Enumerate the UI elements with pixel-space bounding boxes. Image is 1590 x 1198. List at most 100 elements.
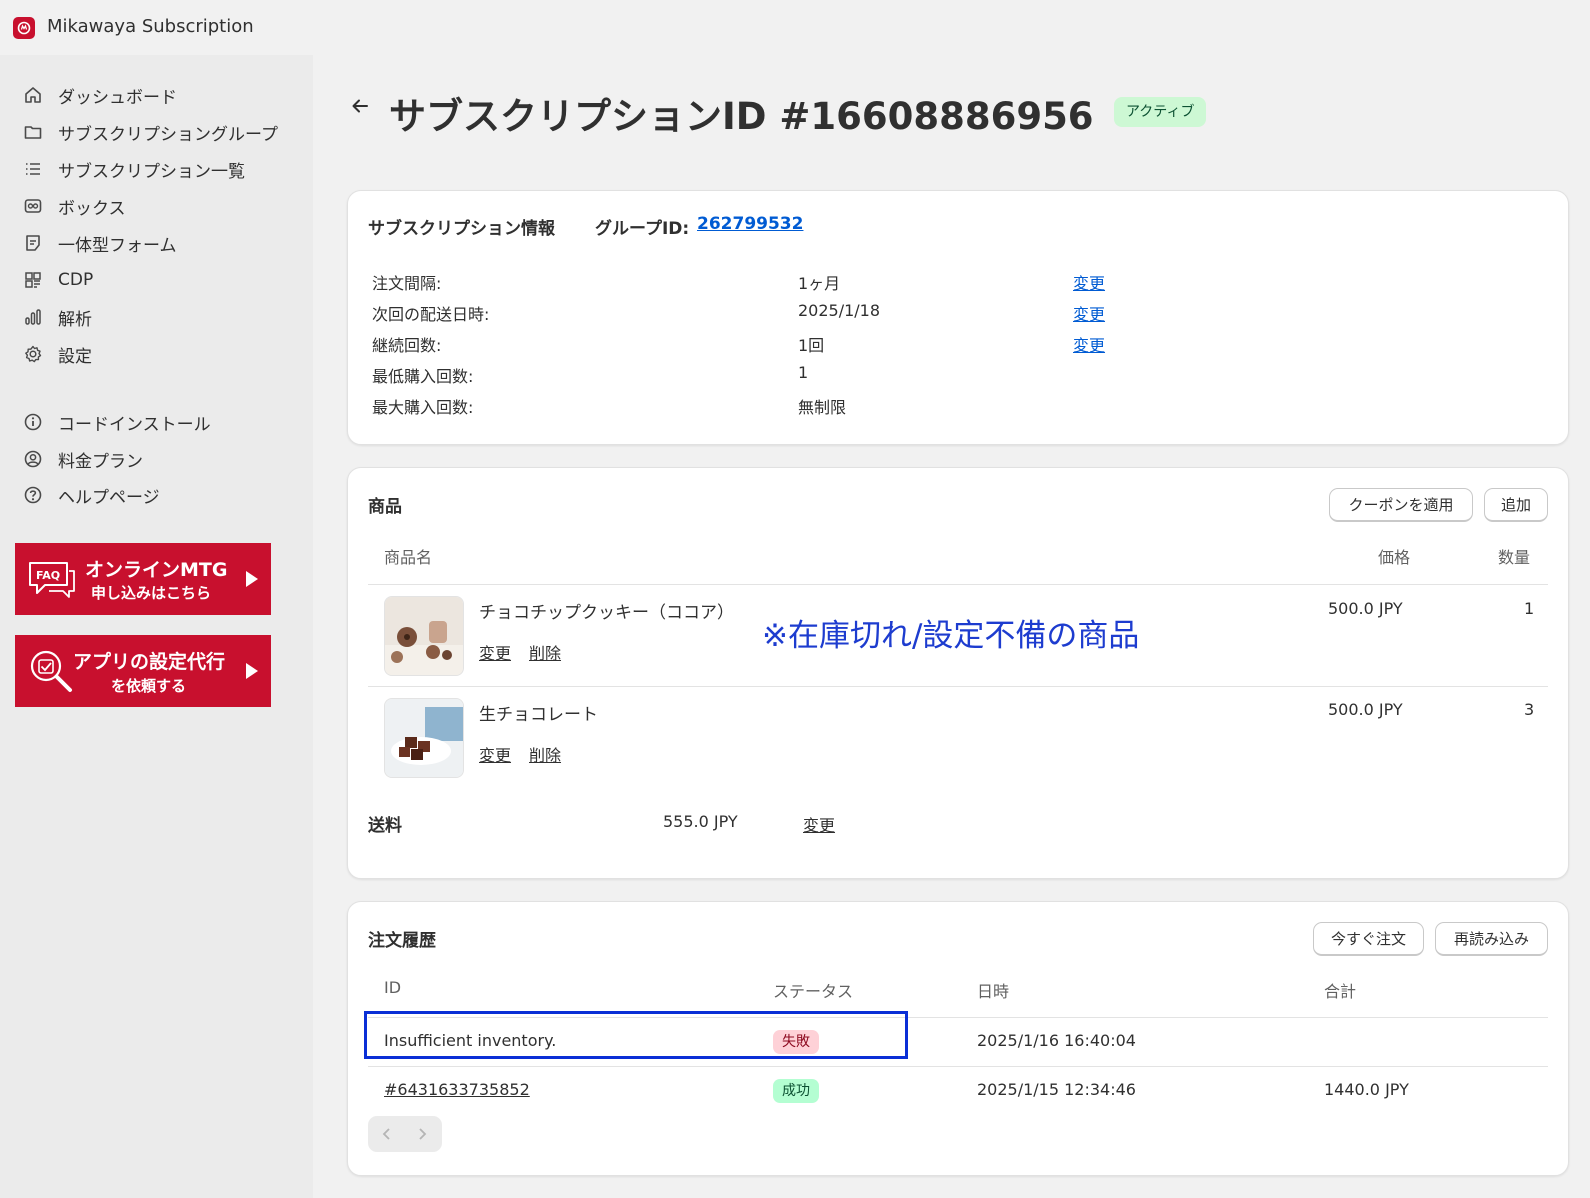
sidebar-item-label: 料金プラン [58, 451, 143, 472]
product-price: 500.0 JPY [1328, 700, 1403, 719]
top-bar: Mikawaya Subscription [0, 0, 1590, 55]
change-interval-link[interactable]: 変更 [1073, 270, 1105, 294]
add-product-button[interactable]: 追加 [1484, 488, 1548, 522]
sidebar-item-label: 一体型フォーム [58, 235, 177, 256]
edit-product-link[interactable]: 変更 [479, 640, 511, 664]
banner-title: アプリの設定代行 [73, 651, 226, 673]
column-header-name: 商品名 [384, 548, 433, 567]
status-badge: アクティブ [1114, 97, 1207, 127]
change-renewal-count-link[interactable]: 変更 [1073, 332, 1105, 356]
order-date: 2025/1/16 16:40:04 [977, 1031, 1136, 1050]
home-icon [22, 84, 44, 106]
grid-icon [22, 269, 44, 291]
sidebar-item-label: ヘルプページ [58, 487, 160, 508]
product-thumbnail [384, 698, 464, 778]
subscription-info-card: サブスクリプション情報 グループID: 262799532 注文間隔: 1ヶ月 … [347, 190, 1569, 445]
magnifier-check-icon [30, 650, 72, 692]
sidebar-item-help[interactable]: ヘルプページ [22, 480, 302, 510]
products-card: 商品 クーポンを適用 追加 商品名 価格 数量 チョコチップクッキー（ココア） … [347, 467, 1569, 879]
sidebar-item-label: サブスクリプション一覧 [58, 161, 245, 182]
user-circle-icon [22, 448, 44, 470]
product-qty: 3 [1524, 700, 1535, 719]
products-title: 商品 [368, 497, 402, 517]
annotation-out-of-stock: ※在庫切れ/設定不備の商品 [762, 618, 1140, 654]
shipping-label: 送料 [368, 816, 402, 836]
sidebar-item-label: 解析 [58, 309, 92, 330]
info-row-label: 最大購入回数: [372, 398, 474, 417]
product-name: 生チョコレート [479, 705, 598, 725]
sidebar-item-code-install[interactable]: コードインストール [22, 407, 302, 437]
change-shipping-link[interactable]: 変更 [803, 812, 835, 836]
info-row-value: 無制限 [798, 398, 847, 417]
column-header-date: 日時 [977, 982, 1010, 1001]
chevron-right-icon[interactable] [416, 1127, 428, 1141]
column-header-price: 価格 [1378, 548, 1411, 567]
product-qty: 1 [1524, 599, 1535, 618]
chart-icon [22, 306, 44, 328]
form-icon [22, 232, 44, 254]
delete-product-link[interactable]: 削除 [529, 640, 561, 664]
list-icon [22, 158, 44, 180]
product-thumbnail [384, 596, 464, 676]
play-arrow-icon [246, 571, 258, 587]
sidebar-item-pricing[interactable]: 料金プラン [22, 444, 302, 474]
info-row-value: 2025/1/18 [798, 301, 881, 320]
play-arrow-icon [246, 663, 258, 679]
page-title: サブスクリプションID #16608886956 [389, 95, 1094, 138]
box-icon [22, 195, 44, 217]
order-id-link[interactable]: #6431633735852 [384, 1080, 530, 1099]
sidebar-item-form[interactable]: 一体型フォーム [22, 228, 302, 258]
help-icon [22, 484, 44, 506]
divider [368, 584, 1548, 585]
change-next-delivery-link[interactable]: 変更 [1073, 301, 1105, 325]
sidebar-item-settings[interactable]: 設定 [22, 339, 302, 369]
banner-subtitle: を依頼する [111, 677, 187, 695]
app-logo [13, 17, 35, 39]
reload-button[interactable]: 再読み込み [1435, 922, 1548, 956]
app-title: Mikawaya Subscription [47, 16, 254, 37]
back-arrow-icon[interactable] [350, 96, 370, 116]
info-row-value: 1回 [798, 336, 825, 355]
apply-coupon-button[interactable]: クーポンを適用 [1329, 488, 1473, 522]
sidebar: ダッシュボード サブスクリプショングループ サブスクリプション一覧 ボックス 一… [0, 55, 313, 1198]
order-total: 1440.0 JPY [1324, 1080, 1409, 1099]
sidebar-item-label: CDP [58, 270, 94, 290]
info-row-value: 1ヶ月 [798, 274, 841, 293]
divider [368, 686, 1548, 687]
group-id-label: グループID: [595, 219, 690, 239]
setup-service-banner[interactable]: アプリの設定代行 を依頼する [15, 635, 271, 707]
info-row-label: 注文間隔: [372, 274, 442, 293]
info-row-label: 次回の配送日時: [372, 305, 490, 324]
sidebar-item-dashboard[interactable]: ダッシュボード [22, 80, 302, 110]
sidebar-item-label: ダッシュボード [58, 87, 177, 108]
sidebar-item-subscription-list[interactable]: サブスクリプション一覧 [22, 154, 302, 184]
sidebar-item-cdp[interactable]: CDP [22, 265, 302, 295]
delete-product-link[interactable]: 削除 [529, 742, 561, 766]
info-row-value: 1 [798, 363, 809, 382]
faq-label: FAQ [36, 569, 60, 582]
column-header-total: 合計 [1324, 982, 1357, 1001]
order-now-button[interactable]: 今すぐ注文 [1313, 922, 1424, 956]
sidebar-item-analytics[interactable]: 解析 [22, 302, 302, 332]
chevron-left-icon[interactable] [381, 1127, 393, 1141]
banner-subtitle: 申し込みはこちら [91, 584, 212, 602]
sidebar-item-label: コードインストール [58, 414, 211, 435]
sidebar-item-label: ボックス [58, 198, 126, 219]
column-header-status: ステータス [773, 982, 854, 1001]
status-badge-success: 成功 [773, 1079, 819, 1103]
edit-product-link[interactable]: 変更 [479, 742, 511, 766]
banner-title: オンラインMTG [85, 559, 228, 581]
orders-title: 注文履歴 [368, 931, 436, 951]
folder-icon [22, 121, 44, 143]
online-mtg-banner[interactable]: FAQ オンラインMTG 申し込みはこちら [15, 543, 271, 615]
product-price: 500.0 JPY [1328, 599, 1403, 618]
info-row-label: 最低購入回数: [372, 367, 474, 386]
shipping-value: 555.0 JPY [663, 812, 738, 831]
sidebar-item-box[interactable]: ボックス [22, 191, 302, 221]
group-id-link[interactable]: 262799532 [697, 214, 803, 234]
column-header-qty: 数量 [1498, 548, 1531, 567]
column-header-id: ID [384, 978, 402, 997]
info-icon [22, 411, 44, 433]
info-row-label: 継続回数: [372, 336, 442, 355]
sidebar-item-subscription-groups[interactable]: サブスクリプショングループ [22, 117, 302, 147]
